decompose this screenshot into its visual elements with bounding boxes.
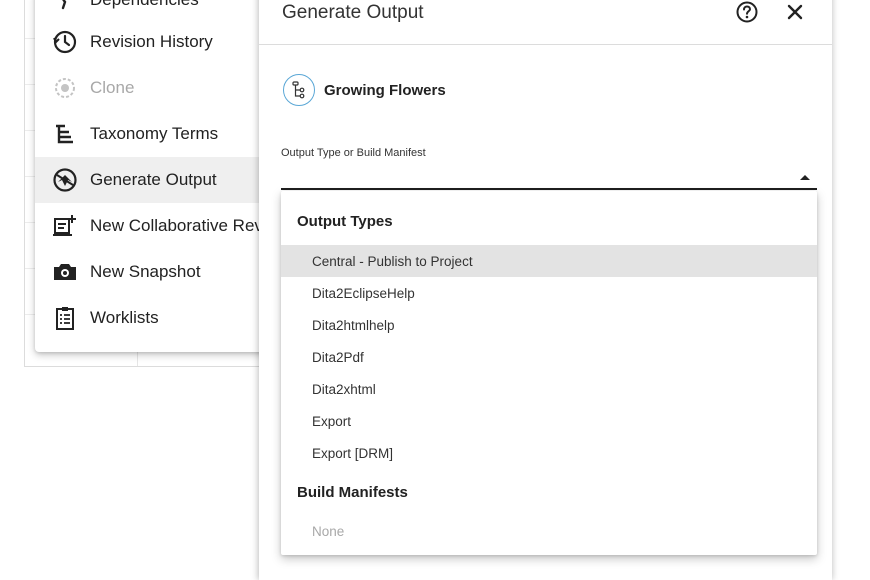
option-central-publish[interactable]: Central - Publish to Project: [281, 245, 817, 277]
menu-item-label: Taxonomy Terms: [90, 124, 219, 143]
map-tree-icon: [283, 74, 315, 106]
output-type-select[interactable]: [281, 188, 817, 190]
option-dita2xhtml[interactable]: Dita2xhtml: [281, 373, 817, 405]
menu-item-label: Clone: [90, 78, 135, 97]
option-export-drm[interactable]: Export [DRM]: [281, 437, 817, 469]
menu-item-new-collaborative-review[interactable]: New Collaborative Revi: [35, 203, 275, 249]
option-dita2pdf[interactable]: Dita2Pdf: [281, 341, 817, 373]
help-circle-icon: [736, 1, 758, 23]
camera-icon: [51, 258, 79, 286]
document-title: Growing Flowers: [324, 81, 446, 99]
document-info: Growing Flowers: [283, 74, 446, 106]
menu-item-label: Dependencies: [90, 0, 199, 10]
dialog-title: Generate Output: [282, 2, 424, 23]
close-icon: [787, 4, 803, 20]
menu-item-label: Worklists: [90, 308, 159, 327]
collaborative-review-icon: [51, 212, 79, 240]
dropdown-arrow-icon[interactable]: [800, 175, 810, 180]
context-menu: Dependencies Revision History Clone Taxo…: [35, 0, 275, 352]
build-manifests-heading: Build Manifests: [297, 484, 408, 501]
menu-item-label: New Snapshot: [90, 262, 201, 281]
menu-item-revision-history[interactable]: Revision History: [35, 19, 275, 65]
taxonomy-icon: [51, 120, 79, 148]
menu-item-label: New Collaborative Revi: [90, 216, 267, 235]
menu-item-clone: Clone: [35, 65, 275, 111]
option-export[interactable]: Export: [281, 405, 817, 437]
output-type-dropdown: Output Types Central - Publish to Projec…: [281, 191, 817, 555]
generate-output-icon: [51, 166, 79, 194]
dialog-header: Generate Output: [259, 0, 832, 45]
worklist-icon: [51, 304, 79, 332]
dependencies-icon: [51, 0, 79, 14]
help-button[interactable]: [735, 0, 759, 24]
close-button[interactable]: [783, 0, 807, 24]
menu-item-label: Revision History: [90, 32, 213, 51]
option-dita2eclipsehelp[interactable]: Dita2EclipseHelp: [281, 277, 817, 309]
option-dita2htmlhelp[interactable]: Dita2htmlhelp: [281, 309, 817, 341]
menu-item-taxonomy-terms[interactable]: Taxonomy Terms: [35, 111, 275, 157]
history-icon: [51, 28, 79, 56]
output-types-heading: Output Types: [297, 213, 393, 230]
menu-item-new-snapshot[interactable]: New Snapshot: [35, 249, 275, 295]
option-none: None: [312, 523, 345, 539]
clone-icon: [51, 74, 79, 102]
menu-item-generate-output[interactable]: Generate Output: [35, 157, 275, 203]
menu-item-worklists[interactable]: Worklists: [35, 295, 275, 341]
output-type-label: Output Type or Build Manifest: [281, 147, 426, 159]
menu-item-label: Generate Output: [90, 170, 217, 189]
